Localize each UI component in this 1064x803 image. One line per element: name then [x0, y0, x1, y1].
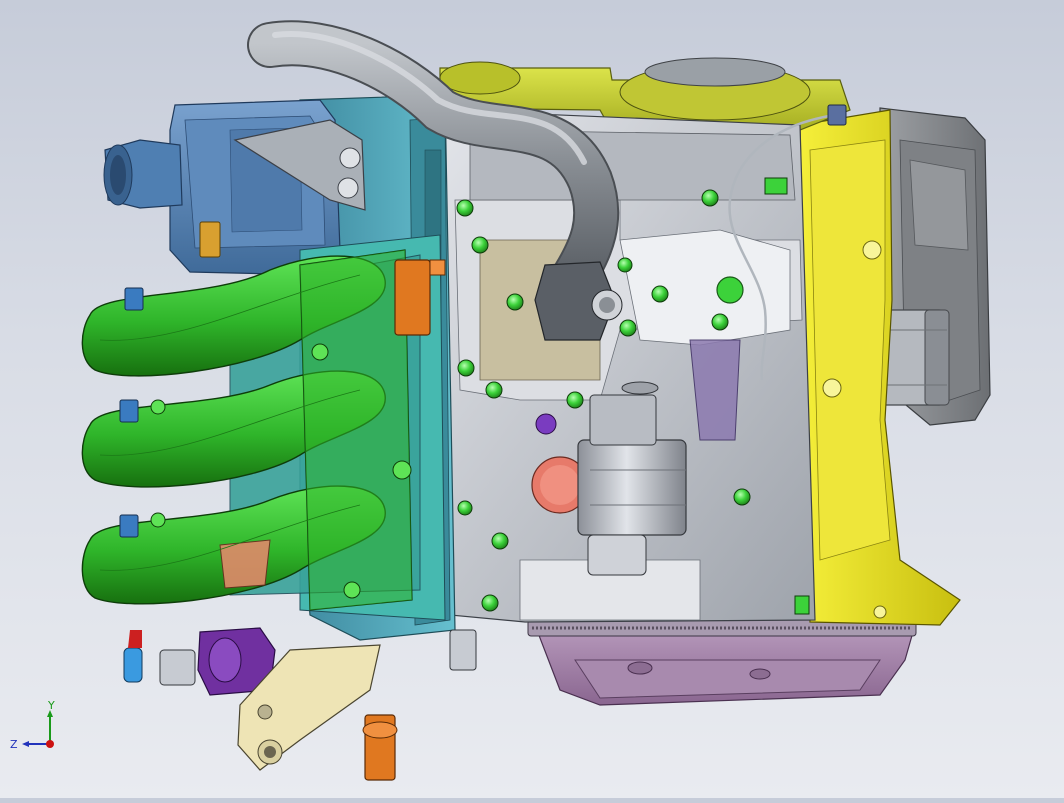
z-axis-label: Z: [10, 738, 18, 751]
engine-assembly-model[interactable]: [0, 0, 1064, 798]
coordinate-triad: Y Z: [8, 699, 68, 760]
blue-plug: [123, 630, 143, 683]
cad-viewport[interactable]: Y Z: [0, 0, 1064, 798]
orange-sensor-lower[interactable]: [362, 714, 398, 781]
y-axis-label: Y: [47, 700, 55, 712]
x-axis-dot: [46, 740, 54, 748]
oil-pan[interactable]: [534, 624, 916, 706]
air-intake-inlet[interactable]: [103, 139, 183, 209]
